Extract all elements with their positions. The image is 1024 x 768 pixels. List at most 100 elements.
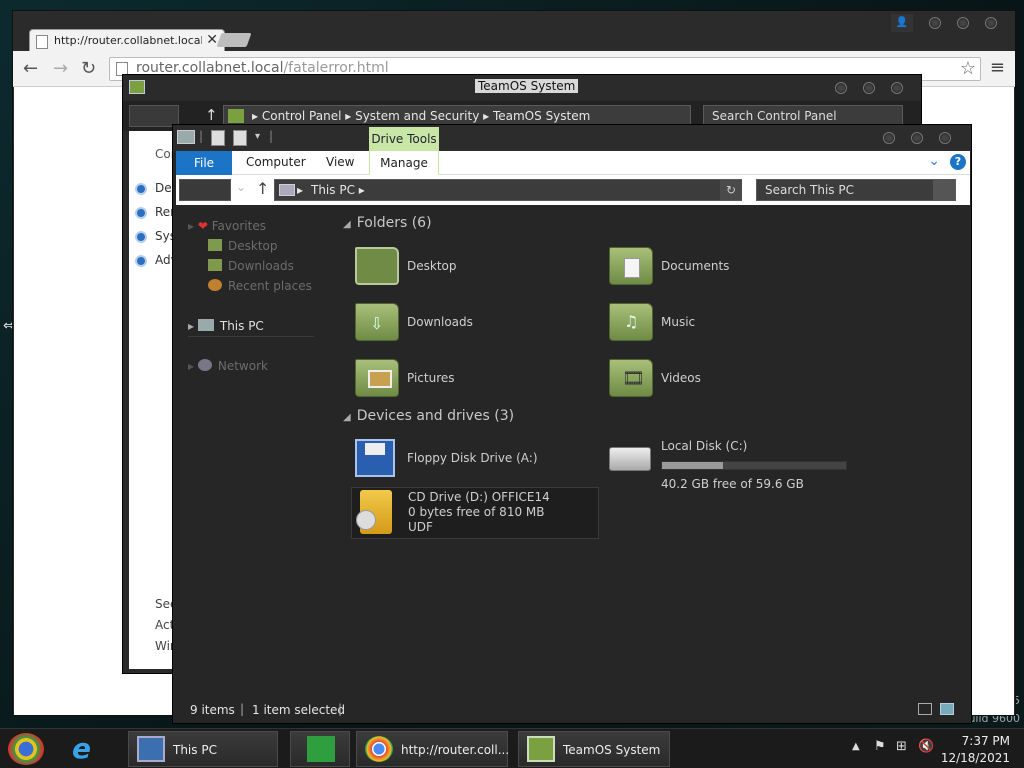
- shield-icon: [135, 254, 147, 267]
- new-folder-icon[interactable]: [233, 130, 247, 146]
- documents-folder-icon: [609, 247, 653, 285]
- chevron-down-icon[interactable]: ⌄: [928, 153, 940, 169]
- browser-tab[interactable]: http://router.collabnet.local/fa ✕: [29, 29, 225, 53]
- breadcrumb-this-pc[interactable]: This PC: [311, 183, 355, 197]
- show-hidden-icons-icon[interactable]: ▲: [852, 741, 860, 752]
- clock-time[interactable]: 7:37 PM: [962, 734, 1010, 748]
- explorer-addressbar-row: ⌄ ↑ ▸ This PC ▸ ↻ Search This PC: [176, 175, 970, 205]
- drive-local-disk[interactable]: Local Disk (C:) 40.2 GB free of 59.6 GB: [609, 439, 869, 491]
- action-center-flag-icon[interactable]: ⚑: [874, 739, 886, 754]
- nav-desktop[interactable]: Desktop: [208, 239, 278, 253]
- explorer-address[interactable]: ▸ This PC ▸: [274, 179, 742, 201]
- taskbar-item-store[interactable]: [290, 731, 350, 767]
- recent-places-icon: [208, 279, 222, 291]
- search-icon[interactable]: [933, 180, 955, 200]
- maximize-button[interactable]: [911, 132, 923, 144]
- help-icon[interactable]: ?: [950, 154, 966, 170]
- window-title: TeamOS System: [475, 79, 579, 93]
- large-icons-view-icon[interactable]: [940, 703, 954, 715]
- refresh-icon[interactable]: ↻: [720, 180, 742, 200]
- chrome-icon: [365, 736, 393, 762]
- tab-file[interactable]: File: [176, 151, 232, 175]
- folder-downloads[interactable]: ⇩ Downloads: [355, 303, 595, 347]
- monitor-icon: [129, 80, 145, 94]
- ribbon-tabs: File Computer View Manage ⌄ ?: [176, 151, 970, 175]
- user-icon[interactable]: 👤: [891, 14, 913, 32]
- pictures-folder-icon: [355, 359, 399, 397]
- bookmark-star-icon[interactable]: ☆: [960, 58, 976, 79]
- drive-tools-tab-group: Drive Tools: [369, 127, 439, 151]
- minimize-button[interactable]: [883, 132, 895, 144]
- tab-view[interactable]: View: [326, 155, 354, 169]
- explorer-search[interactable]: Search This PC: [756, 179, 956, 201]
- nav-favorites[interactable]: ▸ ❤ Favorites: [188, 219, 266, 233]
- network-icon: [197, 359, 212, 371]
- new-tab-button[interactable]: [216, 33, 252, 47]
- network-icon[interactable]: ⊞: [896, 739, 907, 754]
- start-button[interactable]: [8, 733, 44, 765]
- selection-count: 1 item selected: [252, 703, 346, 717]
- back-forward-buttons[interactable]: [179, 179, 231, 201]
- desktop-icon: [208, 239, 222, 251]
- folders-group-header[interactable]: ◢ Folders (6): [343, 215, 432, 231]
- status-bar: 9 items | 1 item selected |: [176, 699, 970, 723]
- cd-drive-icon: [356, 490, 392, 534]
- chevron-down-icon[interactable]: ▾: [255, 131, 260, 142]
- devices-group-header[interactable]: ◢ Devices and drives (3): [343, 408, 514, 424]
- maximize-button[interactable]: [863, 82, 875, 94]
- internet-explorer-icon[interactable]: e: [72, 735, 104, 763]
- store-icon: [307, 736, 335, 762]
- back-arrow-icon[interactable]: ←: [23, 58, 38, 79]
- monitor-icon: [527, 736, 555, 762]
- folder-music[interactable]: ♫ Music: [609, 303, 849, 347]
- tab-manage[interactable]: Manage: [369, 151, 439, 175]
- music-folder-icon: ♫: [609, 303, 653, 341]
- volume-muted-icon[interactable]: 🔇: [918, 739, 934, 754]
- taskbar-item-chrome[interactable]: http://router.coll...: [356, 731, 509, 767]
- forward-arrow-icon[interactable]: →: [53, 58, 68, 79]
- explorer-titlebar: | ▾ | Drive Tools: [173, 125, 971, 151]
- shield-icon: [135, 206, 147, 219]
- page-icon: [36, 35, 48, 49]
- maximize-button[interactable]: [957, 17, 969, 29]
- floppy-disk-icon: [355, 439, 395, 477]
- tab-computer[interactable]: Computer: [246, 155, 306, 169]
- close-button[interactable]: [939, 132, 951, 144]
- menu-icon[interactable]: ≡: [990, 57, 1005, 78]
- nav-network[interactable]: ▸ Network: [188, 359, 268, 373]
- properties-icon[interactable]: [211, 130, 225, 146]
- drive-floppy[interactable]: Floppy Disk Drive (A:): [355, 439, 595, 483]
- up-arrow-icon[interactable]: ↑: [205, 106, 218, 124]
- close-button[interactable]: [985, 17, 997, 29]
- folder-desktop[interactable]: Desktop: [355, 247, 595, 291]
- reload-icon[interactable]: ↻: [81, 58, 96, 79]
- local-disk-usage-fill: [662, 462, 723, 469]
- videos-folder-icon: 🎞: [609, 359, 653, 397]
- taskbar-item-teamos-system[interactable]: TeamOS System: [518, 731, 670, 767]
- control-panel-icon: [228, 109, 244, 123]
- drive-cd[interactable]: CD Drive (D:) OFFICE14 0 bytes free of 8…: [351, 487, 599, 539]
- separator: |: [240, 702, 245, 716]
- desktop-folder-icon: [355, 247, 399, 285]
- taskbar: e This PC http://router.coll... TeamOS S…: [0, 728, 1024, 768]
- shield-icon: [135, 182, 147, 195]
- downloads-icon: [208, 259, 222, 271]
- shield-icon: [135, 230, 147, 243]
- this-pc-icon: [137, 736, 165, 762]
- computer-icon: [177, 130, 195, 144]
- up-arrow-icon[interactable]: ↑: [256, 179, 269, 198]
- clock-date[interactable]: 12/18/2021: [941, 751, 1010, 765]
- folder-documents[interactable]: Documents: [609, 247, 849, 291]
- recent-locations-icon[interactable]: ⌄: [236, 180, 246, 194]
- navigation-pane: ▸ ❤ Favorites Desktop Downloads Recent p…: [176, 205, 336, 695]
- nav-downloads[interactable]: Downloads: [208, 259, 294, 273]
- minimize-button[interactable]: [835, 82, 847, 94]
- folder-pictures[interactable]: Pictures: [355, 359, 595, 403]
- nav-this-pc[interactable]: ▸ This PC: [188, 319, 314, 337]
- taskbar-item-this-pc[interactable]: This PC: [128, 731, 278, 767]
- close-button[interactable]: [891, 82, 903, 94]
- minimize-button[interactable]: [929, 17, 941, 29]
- details-view-icon[interactable]: [918, 703, 932, 715]
- nav-recent-places[interactable]: Recent places: [208, 279, 312, 293]
- folder-videos[interactable]: 🎞 Videos: [609, 359, 849, 403]
